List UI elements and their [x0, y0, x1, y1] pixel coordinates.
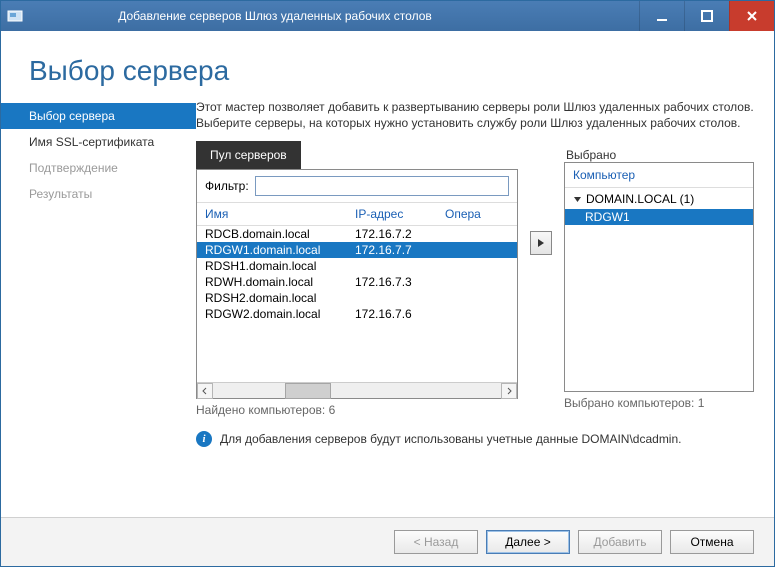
pool-tab[interactable]: Пул серверов [196, 141, 301, 169]
app-icon [7, 8, 23, 24]
selected-box: Компьютер DOMAIN.LOCAL (1) RDGW1 [564, 162, 754, 392]
close-button[interactable] [729, 1, 774, 31]
server-row[interactable]: RDGW2.domain.local 172.16.7.6 [197, 306, 517, 322]
triangle-right-icon [536, 238, 546, 248]
selected-count: Выбрано компьютеров: 1 [564, 396, 754, 410]
titlebar[interactable]: Добавление серверов Шлюз удаленных рабоч… [1, 1, 774, 31]
step-ssl-cert[interactable]: Имя SSL-сертификата [1, 129, 196, 155]
triangle-down-icon [573, 195, 582, 204]
col-name[interactable]: Имя [205, 207, 355, 221]
minimize-button[interactable] [639, 1, 684, 31]
next-button[interactable]: Далее > [486, 530, 570, 554]
description-text: Этот мастер позволяет добавить к разверт… [196, 99, 754, 131]
info-bar: i Для добавления серверов будут использо… [196, 431, 754, 447]
maximize-button[interactable] [684, 1, 729, 31]
server-row[interactable]: RDWH.domain.local 172.16.7.3 [197, 274, 517, 290]
selected-column[interactable]: Компьютер [565, 163, 753, 188]
col-os[interactable]: Опера [445, 207, 509, 221]
step-results: Результаты [1, 181, 196, 207]
filter-input[interactable] [255, 176, 509, 196]
pool-columns[interactable]: Имя IP-адрес Опера [197, 203, 517, 226]
server-pool-box: Фильтр: Имя IP-адрес Опера RDCB.domain.l [196, 169, 518, 399]
col-ip[interactable]: IP-адрес [355, 207, 445, 221]
server-row[interactable]: RDCB.domain.local 172.16.7.2 [197, 226, 517, 242]
found-count: Найдено компьютеров: 6 [196, 403, 518, 417]
step-confirm: Подтверждение [1, 155, 196, 181]
selected-domain-node[interactable]: DOMAIN.LOCAL (1) [565, 190, 753, 208]
server-row[interactable]: RDSH1.domain.local [197, 258, 517, 274]
step-select-server[interactable]: Выбор сервера [1, 103, 196, 129]
selected-header: Выбрано [564, 141, 754, 162]
page-title: Выбор сервера [29, 55, 746, 87]
selected-server-item[interactable]: RDGW1 [565, 209, 753, 225]
add-button[interactable]: Добавить [578, 530, 662, 554]
server-row[interactable]: RDSH2.domain.local [197, 290, 517, 306]
info-icon: i [196, 431, 212, 447]
horizontal-scrollbar[interactable] [197, 382, 517, 398]
cancel-button[interactable]: Отмена [670, 530, 754, 554]
server-row[interactable]: RDGW1.domain.local 172.16.7.7 [197, 242, 517, 258]
add-server-button[interactable] [530, 231, 552, 255]
info-text: Для добавления серверов будут использова… [220, 432, 681, 446]
back-button[interactable]: < Назад [394, 530, 478, 554]
scroll-right-icon[interactable] [501, 383, 517, 399]
wizard-steps: Выбор сервера Имя SSL-сертификата Подтве… [1, 99, 196, 517]
scroll-thumb[interactable] [285, 383, 331, 399]
scroll-left-icon[interactable] [197, 383, 213, 399]
window-title: Добавление серверов Шлюз удаленных рабоч… [31, 9, 639, 23]
wizard-window: Добавление серверов Шлюз удаленных рабоч… [0, 0, 775, 567]
footer-buttons: < Назад Далее > Добавить Отмена [1, 517, 774, 566]
filter-label: Фильтр: [205, 179, 249, 193]
server-list[interactable]: RDCB.domain.local 172.16.7.2 RDGW1.domai… [197, 226, 517, 382]
